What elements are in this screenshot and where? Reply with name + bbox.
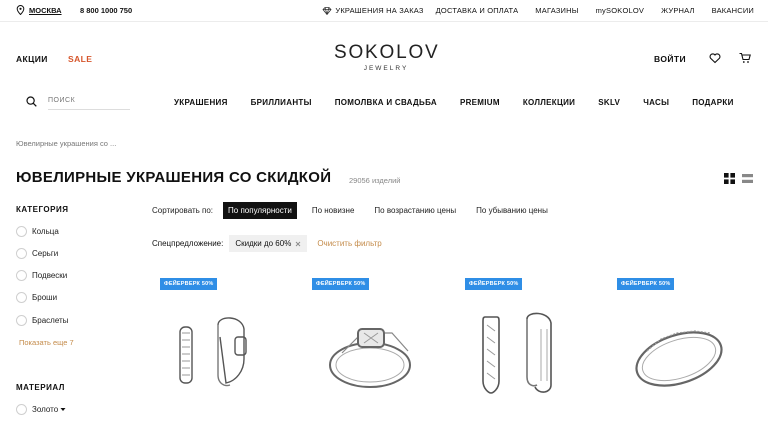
close-icon[interactable] (295, 241, 301, 247)
filter-checkbox[interactable] (16, 404, 27, 415)
breadcrumb[interactable]: Ювелирные украшения со ... (16, 139, 116, 148)
filter-item-gold[interactable]: Золото (16, 404, 66, 415)
cart-icon[interactable] (739, 52, 751, 64)
login-link[interactable]: ВОЙТИ (654, 54, 686, 64)
special-offer-row: Спецпредложение: Скидки до 60% Очистить … (152, 235, 382, 252)
nav-item-jewelry[interactable]: УКРАШЕНИЯ (174, 98, 228, 107)
logo[interactable]: SOKOLOV JEWELRY (334, 42, 438, 72)
special-offer-label: Спецпредложение: (152, 239, 224, 248)
discount-badge: ФЕЙЕРВЕРК 50% (160, 278, 218, 290)
chip-label: Скидки до 60% (235, 239, 292, 248)
sort-price-desc-button[interactable]: По убыванию цены (471, 202, 553, 219)
top-link-custom[interactable]: УКРАШЕНИЯ НА ЗАКАЗ (322, 6, 423, 15)
page-title: ЮВЕЛИРНЫЕ УКРАШЕНИЯ СО СКИДКОЙ (16, 169, 332, 186)
filter-label: Браслеты (32, 316, 69, 325)
search-button[interactable] (26, 96, 37, 107)
top-link-vacancies[interactable]: ВАКАНСИИ (712, 6, 754, 15)
city-name: МОСКВА (29, 5, 62, 15)
nav-item-gifts[interactable]: ПОДАРКИ (692, 98, 733, 107)
category-filter-title: КАТЕГОРИЯ (16, 205, 69, 214)
logo-text: SOKOLOV (334, 42, 440, 63)
search-input[interactable] (48, 97, 130, 104)
filter-checkbox[interactable] (16, 315, 27, 326)
location-pin-icon (16, 5, 25, 15)
filter-checkbox[interactable] (16, 292, 27, 303)
discount-badge: ФЕЙЕРВЕРК 50% (465, 278, 523, 290)
top-link-delivery[interactable]: ДОСТАВКА И ОПЛАТА (436, 6, 519, 15)
sort-bar: Сортировать по: По популярности По новиз… (152, 202, 553, 219)
active-filter-chip[interactable]: Скидки до 60% (229, 235, 308, 252)
search-underline (48, 109, 130, 110)
product-card[interactable]: ФЕЙЕРВЕРК 50% (160, 278, 280, 408)
top-link-stores[interactable]: МАГАЗИНЫ (535, 6, 578, 15)
main-nav: УКРАШЕНИЯ БРИЛЛИАНТЫ ПОМОЛВКА И СВАДЬБА … (174, 98, 734, 107)
filter-checkbox[interactable] (16, 270, 27, 281)
chevron-down-icon (60, 408, 66, 411)
search-icon (26, 96, 37, 107)
filter-item-brooches[interactable]: Броши (16, 292, 57, 303)
items-count: 29056 изделий (349, 176, 401, 185)
logo-subtext: JEWELRY (363, 65, 409, 72)
discount-badge: ФЕЙЕРВЕРК 50% (617, 278, 675, 290)
nav-item-watches[interactable]: ЧАСЫ (643, 98, 669, 107)
filter-label: Подвески (32, 271, 68, 280)
nav-item-sklv[interactable]: SKLV (598, 98, 620, 107)
promo-link[interactable]: АКЦИИ (16, 54, 48, 64)
discount-badge: ФЕЙЕРВЕРК 50% (312, 278, 370, 290)
diamond-icon (322, 6, 332, 15)
top-link-mysokolov[interactable]: mySOKOLOV (596, 6, 644, 15)
sort-price-asc-button[interactable]: По возрастанию цены (369, 202, 461, 219)
material-filter-title: МАТЕРИАЛ (16, 383, 65, 392)
grid-view-icon[interactable] (724, 173, 735, 184)
filter-label: Броши (32, 293, 58, 302)
nav-item-collections[interactable]: КОЛЛЕКЦИИ (523, 98, 575, 107)
sort-popular-button[interactable]: По популярности (223, 202, 297, 219)
ring-image[interactable] (617, 303, 737, 403)
header: АКЦИИ SALE SOKOLOV JEWELRY ВОЙТИ (0, 36, 768, 76)
product-card[interactable]: ФЕЙЕРВЕРК 50% (312, 278, 432, 408)
phone-number[interactable]: 8 800 1000 750 (80, 6, 132, 15)
sale-link[interactable]: SALE (68, 54, 92, 64)
top-link-journal[interactable]: ЖУРНАЛ (661, 6, 695, 15)
list-view-icon[interactable] (742, 173, 753, 184)
show-more-link[interactable]: Показать еще 7 (19, 338, 74, 347)
main-nav-row: УКРАШЕНИЯ БРИЛЛИАНТЫ ПОМОЛВКА И СВАДЬБА … (0, 92, 768, 114)
ring-image[interactable] (312, 303, 432, 403)
nav-item-wedding[interactable]: ПОМОЛВКА И СВАДЬБА (335, 98, 437, 107)
earrings-image[interactable] (465, 303, 585, 403)
filter-item-earrings[interactable]: Серьги (16, 248, 58, 259)
sort-label: Сортировать по: (152, 206, 214, 215)
filter-item-pendants[interactable]: Подвески (16, 270, 67, 281)
city-selector[interactable]: МОСКВА (16, 5, 62, 15)
filter-label: Кольца (32, 227, 59, 236)
sort-newest-button[interactable]: По новизне (307, 202, 360, 219)
product-card[interactable]: ФЕЙЕРВЕРК 50% (465, 278, 585, 408)
filter-checkbox[interactable] (16, 248, 27, 259)
filter-label: Серьги (32, 249, 59, 258)
filter-checkbox[interactable] (16, 226, 27, 237)
nav-item-premium[interactable]: PREMIUM (460, 98, 500, 107)
heart-icon[interactable] (709, 52, 721, 64)
filter-item-rings[interactable]: Кольца (16, 226, 59, 237)
top-nav: УКРАШЕНИЯ НА ЗАКАЗ ДОСТАВКА И ОПЛАТА МАГ… (322, 6, 754, 15)
nav-item-diamonds[interactable]: БРИЛЛИАНТЫ (251, 98, 312, 107)
top-bar: МОСКВА 8 800 1000 750 УКРАШЕНИЯ НА ЗАКАЗ… (0, 0, 768, 22)
filter-item-bracelets[interactable]: Браслеты (16, 315, 68, 326)
product-card[interactable]: ФЕЙЕРВЕРК 50% (617, 278, 737, 408)
filter-label: Золото (32, 405, 59, 414)
clear-filter-link[interactable]: Очистить фильтр (317, 239, 381, 248)
earrings-image[interactable] (160, 303, 280, 403)
